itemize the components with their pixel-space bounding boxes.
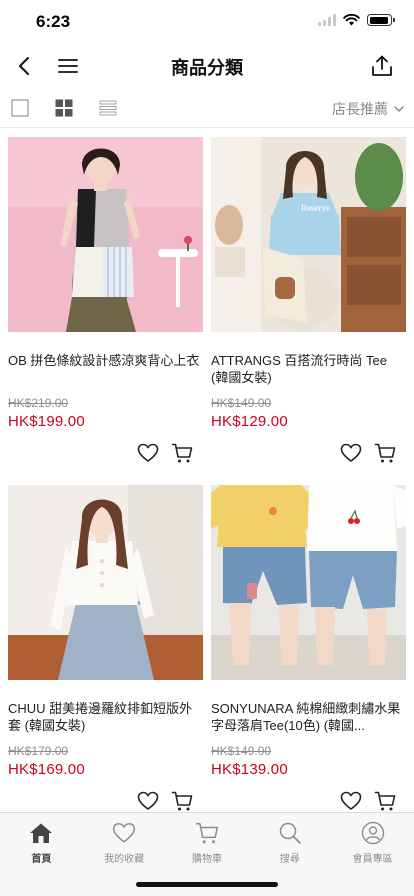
grid-view-button[interactable] bbox=[53, 97, 75, 119]
search-icon bbox=[275, 819, 305, 847]
list-view-button[interactable] bbox=[9, 97, 31, 119]
heart-icon bbox=[137, 443, 159, 462]
tab-search[interactable]: 搜尋 bbox=[248, 819, 331, 865]
cellular-signal-icon bbox=[318, 14, 336, 26]
product-actions bbox=[8, 440, 203, 470]
sale-price: HK$169.00 bbox=[8, 761, 85, 778]
cart-icon bbox=[374, 443, 396, 463]
view-toolbar: 店長推薦 bbox=[0, 90, 414, 128]
add-to-wishlist-button[interactable] bbox=[135, 440, 161, 466]
hamburger-menu-icon bbox=[58, 59, 78, 73]
add-to-wishlist-button[interactable] bbox=[338, 788, 364, 812]
status-bar: 6:23 bbox=[0, 0, 414, 44]
list-view-icon bbox=[11, 99, 29, 117]
compact-list-view-button[interactable] bbox=[97, 97, 119, 119]
tab-member[interactable]: 會員專區 bbox=[331, 819, 414, 865]
tab-cart[interactable]: 購物車 bbox=[166, 819, 249, 865]
sale-price: HK$199.00 bbox=[8, 413, 85, 430]
product-name[interactable]: OB 拼色條紋設計感涼爽背心上衣 bbox=[8, 352, 203, 386]
chevron-left-icon bbox=[19, 57, 29, 75]
tab-label: 我的收藏 bbox=[104, 854, 145, 865]
add-to-wishlist-button[interactable] bbox=[135, 788, 161, 812]
back-button[interactable] bbox=[2, 44, 46, 88]
product-name[interactable]: SONYUNARA 純棉細緻刺繡水果字母落肩Tee(10色) (韓國... bbox=[211, 700, 406, 734]
product-name[interactable]: ATTRANGS 百搭流行時尚 Tee (韓國女裝) bbox=[211, 352, 406, 386]
add-to-wishlist-button[interactable] bbox=[338, 440, 364, 466]
product-card[interactable]: Reserve ATTRANGS 百搭流行時尚 Tee (韓國女裝) HK$14… bbox=[211, 137, 406, 470]
tab-label: 購物車 bbox=[191, 854, 222, 865]
share-button[interactable] bbox=[360, 44, 404, 88]
original-price: HK$149.00 bbox=[211, 744, 272, 758]
cart-icon bbox=[171, 443, 193, 463]
product-actions bbox=[211, 440, 406, 470]
heart-icon bbox=[340, 791, 362, 810]
svg-text:Reserve: Reserve bbox=[301, 203, 330, 213]
sale-price: HK$139.00 bbox=[211, 761, 288, 778]
product-grid: OB 拼色條紋設計感涼爽背心上衣 HK$219.00 HK$199.00 Res… bbox=[0, 129, 414, 812]
heart-icon bbox=[137, 791, 159, 810]
product-image[interactable]: Reserve bbox=[211, 137, 406, 332]
cart-icon bbox=[171, 791, 193, 811]
home-indicator[interactable] bbox=[136, 882, 278, 887]
original-price: HK$179.00 bbox=[8, 744, 69, 758]
user-icon bbox=[358, 819, 388, 847]
product-card[interactable]: SONYUNARA 純棉細緻刺繡水果字母落肩Tee(10色) (韓國... HK… bbox=[211, 485, 406, 812]
product-actions bbox=[211, 788, 406, 812]
add-to-cart-button[interactable] bbox=[169, 788, 195, 812]
menu-button[interactable] bbox=[46, 44, 90, 88]
add-to-cart-button[interactable] bbox=[372, 440, 398, 466]
compact-list-view-icon bbox=[99, 100, 117, 116]
product-image[interactable] bbox=[8, 137, 203, 332]
wifi-icon bbox=[343, 14, 360, 26]
sort-dropdown[interactable]: 店長推薦 bbox=[332, 99, 404, 119]
product-card[interactable]: CHUU 甜美捲邊羅紋排釦短版外套 (韓國女裝) HK$179.00 HK$16… bbox=[8, 485, 203, 812]
share-icon bbox=[372, 55, 392, 76]
tab-label: 首頁 bbox=[31, 854, 52, 865]
product-image[interactable] bbox=[8, 485, 203, 680]
cart-icon bbox=[374, 791, 396, 811]
tab-home[interactable]: 首頁 bbox=[0, 819, 83, 865]
tab-label: 搜尋 bbox=[279, 854, 300, 865]
sale-price: HK$129.00 bbox=[211, 413, 288, 430]
product-image[interactable] bbox=[211, 485, 406, 680]
product-actions bbox=[8, 788, 203, 812]
original-price: HK$149.00 bbox=[211, 396, 272, 410]
tab-favorites[interactable]: 我的收藏 bbox=[83, 819, 166, 865]
product-card[interactable]: OB 拼色條紋設計感涼爽背心上衣 HK$219.00 HK$199.00 bbox=[8, 137, 203, 470]
navigation-bar: 商品分類 bbox=[0, 44, 414, 88]
heart-icon bbox=[340, 443, 362, 462]
status-icons bbox=[318, 14, 395, 26]
grid-view-icon bbox=[55, 99, 73, 117]
add-to-cart-button[interactable] bbox=[169, 440, 195, 466]
sort-dropdown-label: 店長推薦 bbox=[332, 101, 388, 117]
battery-icon bbox=[367, 14, 395, 26]
cart-icon bbox=[192, 819, 222, 847]
status-time: 6:23 bbox=[36, 12, 71, 31]
add-to-cart-button[interactable] bbox=[372, 788, 398, 812]
home-icon bbox=[26, 819, 56, 847]
heart-icon bbox=[109, 819, 139, 847]
tab-label: 會員專區 bbox=[352, 854, 393, 865]
product-name[interactable]: CHUU 甜美捲邊羅紋排釦短版外套 (韓國女裝) bbox=[8, 700, 203, 734]
original-price: HK$219.00 bbox=[8, 396, 69, 410]
chevron-down-icon bbox=[394, 106, 404, 112]
